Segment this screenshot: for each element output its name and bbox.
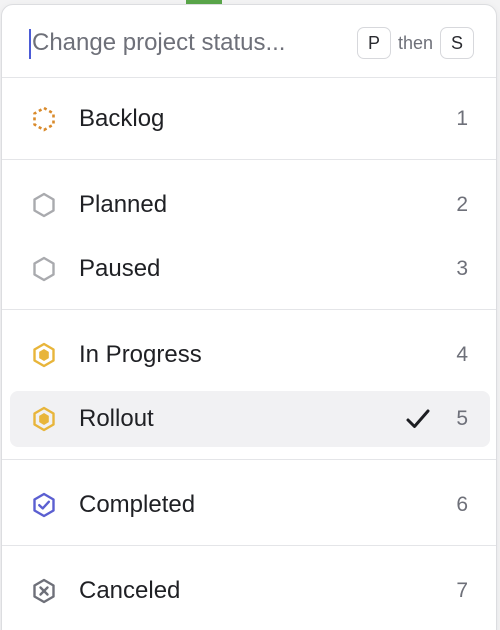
status-option-rollout[interactable]: Rollout 5 (10, 391, 490, 447)
paused-hexagon-icon (33, 256, 55, 282)
selected-checkmark-icon (406, 409, 430, 428)
divider (2, 159, 496, 160)
keyboard-shortcut-hint: P then S (356, 27, 474, 59)
divider (2, 545, 496, 546)
canceled-x-hexagon-icon (33, 578, 55, 604)
rollout-hexagon-icon (33, 406, 55, 432)
status-label: Completed (79, 491, 196, 518)
backlog-dashed-hexagon-icon (33, 106, 55, 132)
completed-check-hexagon-icon (33, 492, 55, 518)
status-label: Planned (79, 191, 168, 218)
search-bar: P then S (2, 5, 496, 78)
status-shortcut-number: 3 (456, 257, 468, 280)
status-option-completed[interactable]: Completed 6 (10, 477, 490, 533)
status-option-paused[interactable]: Paused 3 (10, 241, 490, 297)
status-shortcut-number: 7 (456, 579, 468, 602)
status-shortcut-number: 1 (456, 107, 468, 130)
status-label: Backlog (79, 105, 165, 132)
shortcut-then-text: then (397, 32, 433, 53)
status-label: Paused (79, 255, 161, 282)
status-label: Canceled (79, 577, 181, 604)
divider (2, 459, 496, 460)
status-shortcut-number: 4 (456, 343, 468, 366)
status-option-backlog[interactable]: Backlog 1 (10, 91, 490, 147)
shortcut-key-p: P (356, 27, 391, 59)
text-caret (29, 29, 31, 59)
status-option-canceled[interactable]: Canceled 7 (10, 563, 490, 619)
page: P then S Backlog 1 Planned 2 (0, 0, 500, 630)
in-progress-hexagon-icon (33, 342, 55, 368)
status-shortcut-number: 6 (456, 493, 468, 516)
status-label: Rollout (79, 405, 154, 432)
divider (2, 309, 496, 310)
status-search-input[interactable] (32, 23, 332, 63)
project-status-menu: P then S Backlog 1 Planned 2 (1, 4, 497, 630)
status-option-planned[interactable]: Planned 2 (10, 177, 490, 233)
shortcut-key-s: S (440, 27, 474, 59)
planned-hexagon-icon (33, 192, 55, 218)
status-option-in-progress[interactable]: In Progress 4 (10, 327, 490, 383)
status-label: In Progress (79, 341, 202, 368)
status-shortcut-number: 2 (456, 193, 468, 216)
status-shortcut-number: 5 (456, 407, 468, 430)
